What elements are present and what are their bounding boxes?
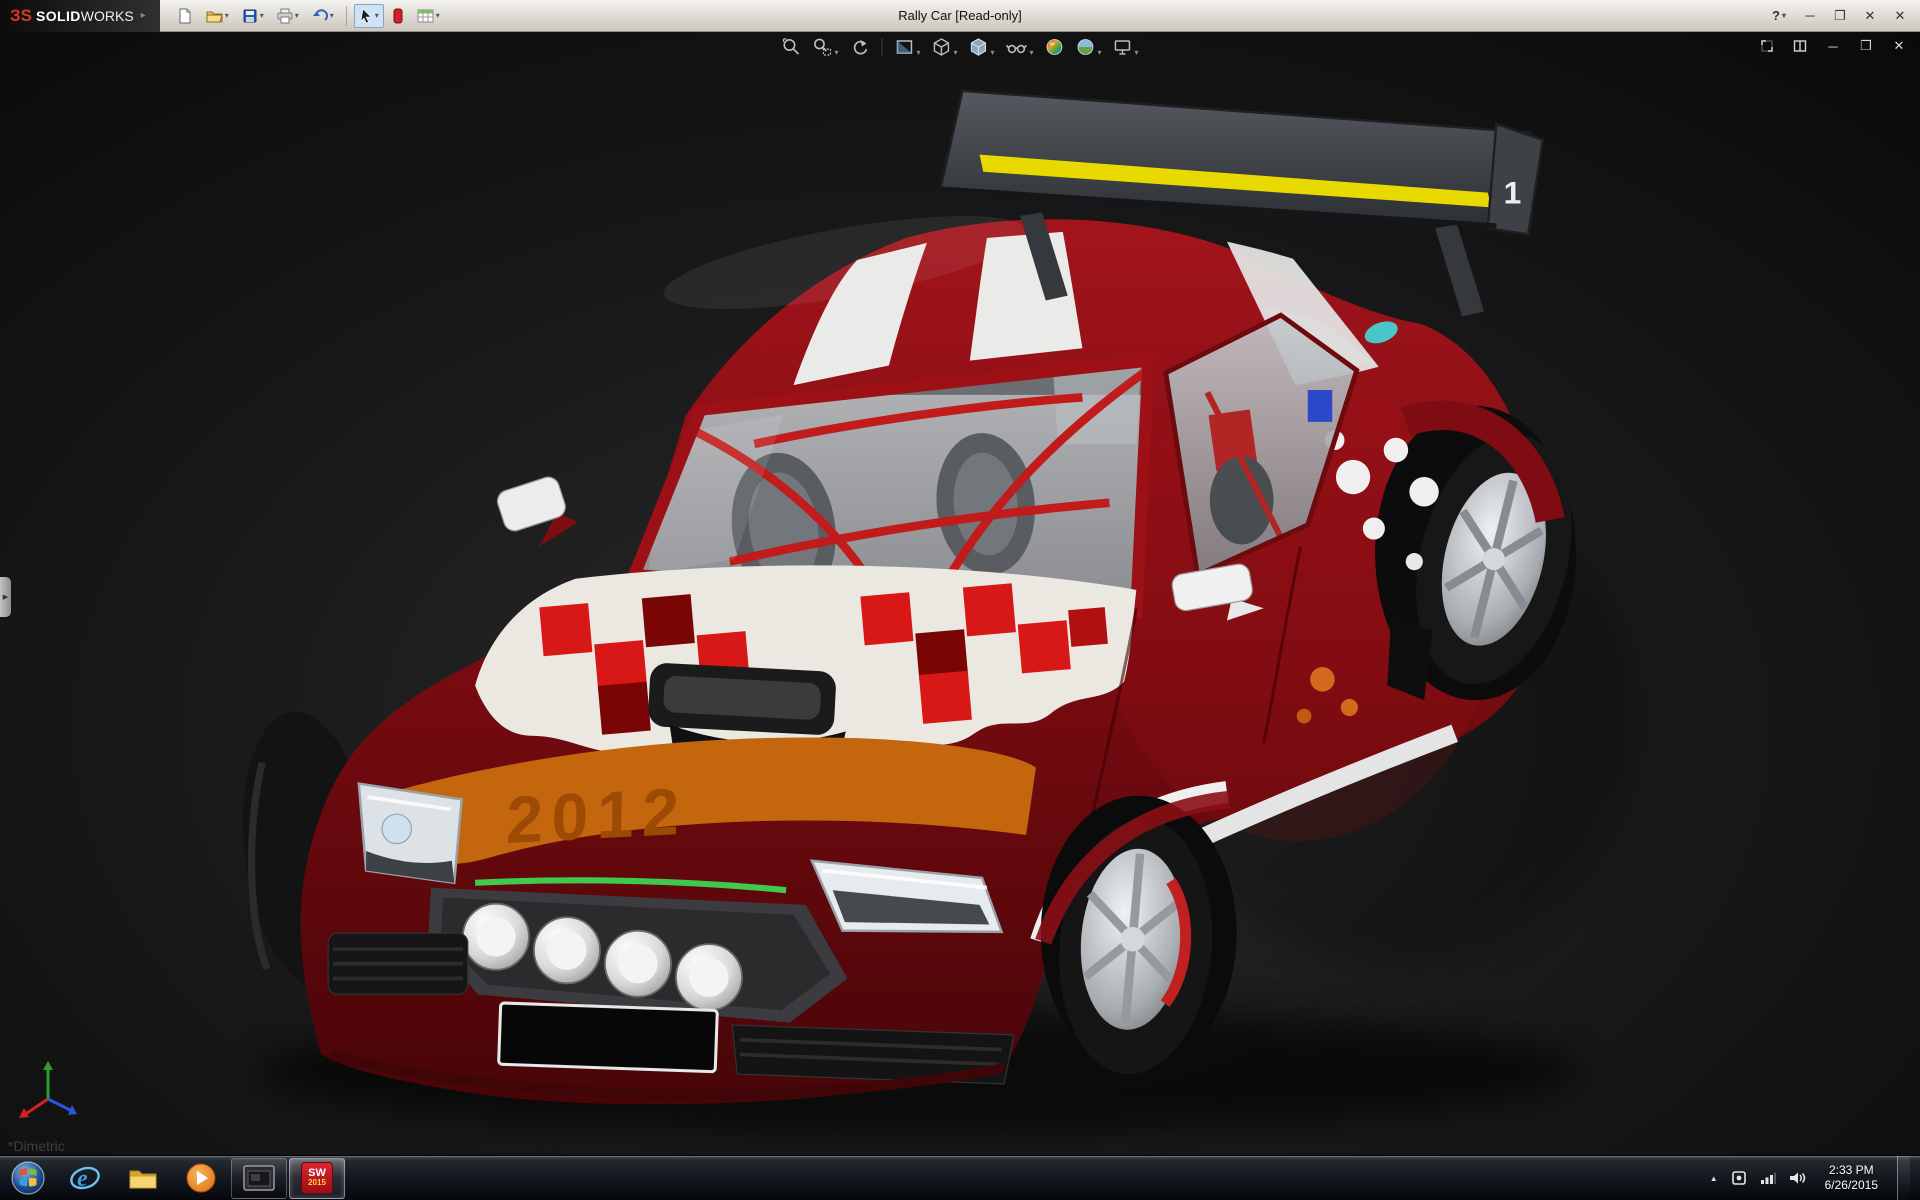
tray-app-icon[interactable] (1731, 1170, 1747, 1186)
save-icon (242, 8, 258, 24)
help-icon: ? (1772, 8, 1780, 23)
doc-minimize-button[interactable]: ─ (1824, 37, 1842, 55)
toolbar-separator (346, 6, 347, 26)
undo-button[interactable]: ▾ (307, 4, 339, 28)
heads-up-view-toolbar: ▾ ▾ ▾ ▾ ▾ (780, 36, 1139, 58)
taskbar-windows-explorer[interactable] (115, 1158, 171, 1199)
view-settings-button[interactable]: ▾ (1112, 36, 1140, 58)
close-window-button[interactable]: ✕ (1858, 5, 1882, 27)
start-button[interactable] (0, 1156, 56, 1200)
view-orientation-cube-icon (931, 37, 951, 57)
appearance-swatch-icon (392, 8, 404, 24)
print-icon (277, 8, 293, 24)
taskbar-viewer-window[interactable] (231, 1158, 287, 1199)
new-document-button[interactable] (172, 4, 198, 28)
doc-restore-button[interactable]: ❐ (1857, 37, 1875, 55)
minimize-button[interactable]: ─ (1798, 5, 1822, 27)
view-orientation-label: *Dimetric (8, 1138, 65, 1154)
window-title: Rally Car [Read-only] (898, 8, 1022, 23)
zoom-to-area-button[interactable]: ▾ (811, 36, 839, 58)
edit-appearance-sphere-icon (1045, 37, 1065, 57)
wing-number: 1 (1504, 175, 1522, 211)
design-table-button[interactable]: ▾ (412, 4, 445, 28)
select-arrow-icon (359, 8, 373, 24)
select-button[interactable]: ▾ (354, 4, 384, 28)
flyout-arrow-icon: ▶ (3, 593, 8, 601)
show-desktop-button[interactable] (1897, 1156, 1910, 1200)
volume-icon[interactable] (1789, 1171, 1806, 1185)
clock-date: 6/26/2015 (1825, 1178, 1878, 1193)
apply-scene-icon (1076, 37, 1096, 57)
system-tray: ▲ 2:33 PM 6/26/2015 (1710, 1156, 1920, 1200)
open-folder-icon (206, 8, 223, 24)
save-button[interactable]: ▾ (237, 4, 269, 28)
apply-scene-button[interactable]: ▾ (1075, 36, 1103, 58)
titlebar: ЗS SOLIDWORKS ▸ ▾ ▾ ▾ ▾ (0, 0, 1920, 32)
taskbar: e SW 2015 (0, 1155, 1920, 1200)
restore-button[interactable]: ❐ (1828, 5, 1852, 27)
hide-show-items-button[interactable]: ▾ (1005, 36, 1035, 58)
edit-appearance-button[interactable] (1044, 36, 1066, 58)
feature-manager-flyout-tab[interactable]: ▶ (0, 577, 11, 617)
license-plate (499, 1003, 718, 1072)
network-icon[interactable] (1760, 1171, 1776, 1185)
standard-toolbar: ▾ ▾ ▾ ▾ ▾ ▾ (160, 4, 445, 28)
svg-text:e: e (77, 1166, 88, 1192)
tray-expand-button[interactable]: ▲ (1710, 1174, 1718, 1183)
clock-time: 2:33 PM (1829, 1163, 1874, 1178)
taskbar-solidworks[interactable]: SW 2015 (289, 1158, 345, 1199)
print-button[interactable]: ▾ (272, 4, 304, 28)
hood-year-text: 2012 (506, 775, 688, 859)
taskbar-media-player[interactable] (173, 1158, 229, 1199)
brand-expand-arrow-icon[interactable]: ▸ (141, 10, 146, 21)
rally-car-model[interactable]: 2012 (0, 32, 1920, 1155)
help-button[interactable]: ? ▾ (1766, 8, 1792, 23)
fullscreen-icon (1760, 39, 1774, 53)
hide-show-glasses-icon (1006, 37, 1028, 57)
titlebar-right-controls: ? ▾ ─ ❐ ✕ ✕ (1766, 5, 1920, 27)
fullscreen-button[interactable] (1758, 37, 1776, 55)
zoom-to-fit-icon (781, 37, 801, 57)
taskbar-clock[interactable]: 2:33 PM 6/26/2015 (1819, 1163, 1884, 1193)
left-mirror (495, 474, 578, 547)
close-app-button[interactable]: ✕ (1888, 5, 1912, 27)
zoom-to-area-icon (812, 37, 832, 57)
split-panes-icon (1793, 39, 1807, 53)
doc-close-button[interactable]: ✕ (1890, 37, 1908, 55)
taskbar-internet-explorer[interactable]: e (57, 1158, 113, 1199)
graphics-area[interactable]: ▾ ▾ ▾ ▾ ▾ (0, 32, 1920, 1155)
document-window-controls: ─ ❐ ✕ (1758, 37, 1908, 55)
section-view-button[interactable]: ▾ (893, 36, 921, 58)
design-table-icon (417, 8, 434, 24)
view-orientation-button[interactable]: ▾ (930, 36, 958, 58)
view-settings-icon (1113, 37, 1133, 57)
display-style-icon (968, 37, 988, 57)
brand-text: SOLIDWORKS (36, 8, 134, 24)
folder-icon (127, 1163, 159, 1193)
open-button[interactable]: ▾ (201, 4, 234, 28)
previous-view-button[interactable] (848, 36, 870, 58)
hud-separator (881, 38, 882, 56)
windows-start-icon (10, 1160, 46, 1196)
solidworks-app-icon: SW 2015 (301, 1162, 333, 1194)
previous-view-icon (849, 37, 869, 57)
solidworks-logo: ЗS SOLIDWORKS ▸ (0, 0, 160, 32)
orientation-triad (16, 1055, 86, 1125)
zoom-to-fit-button[interactable] (780, 36, 802, 58)
new-document-icon (177, 8, 193, 24)
appearance-button[interactable] (387, 4, 409, 28)
undo-icon (312, 8, 328, 24)
panes-button[interactable] (1791, 37, 1809, 55)
display-style-button[interactable]: ▾ (967, 36, 995, 58)
internet-explorer-icon: e (69, 1162, 101, 1194)
media-player-icon (185, 1162, 217, 1194)
left-headlight (359, 784, 462, 883)
section-view-icon (894, 37, 914, 57)
viewer-window-icon (243, 1165, 275, 1191)
solidworks-window: ЗS SOLIDWORKS ▸ ▾ ▾ ▾ ▾ (0, 0, 1920, 1200)
3ds-logo-mark: ЗS (10, 6, 32, 26)
